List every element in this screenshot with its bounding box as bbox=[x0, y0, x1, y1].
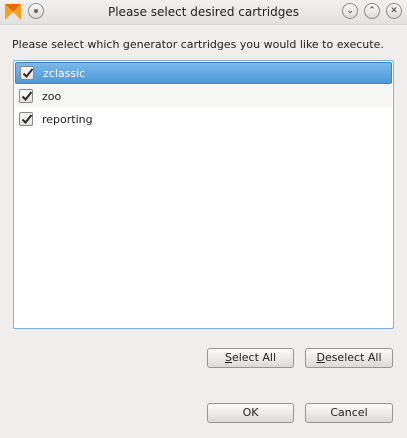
instruction-text: Please select which generator cartridges… bbox=[12, 38, 384, 51]
minimize-button[interactable]: ⌄ bbox=[342, 3, 358, 19]
close-icon: ✕ bbox=[390, 5, 398, 16]
maximize-button[interactable]: ⌃ bbox=[364, 3, 380, 19]
mnemonic-letter: D bbox=[316, 351, 325, 364]
button-label: elect All bbox=[231, 351, 277, 364]
mnemonic-letter: S bbox=[224, 351, 232, 364]
cartridge-label: reporting bbox=[42, 112, 93, 126]
chevron-up-icon: ⌃ bbox=[368, 5, 376, 16]
cartridge-label: zoo bbox=[42, 89, 62, 103]
cartridge-label: zclassic bbox=[43, 66, 86, 80]
checkmark-icon bbox=[21, 91, 33, 101]
cartridge-list[interactable]: zclassic zoo reporting bbox=[13, 60, 394, 329]
title-bar[interactable]: Please select desired cartridges ⌄ ⌃ ✕ bbox=[0, 0, 407, 25]
checkmark-icon bbox=[22, 68, 34, 78]
checkmark-icon bbox=[21, 114, 33, 124]
select-all-button[interactable]: Select All bbox=[207, 348, 294, 368]
chevron-down-icon: ⌄ bbox=[346, 5, 354, 16]
zoo-checkbox[interactable] bbox=[19, 89, 33, 103]
close-button[interactable]: ✕ bbox=[386, 3, 402, 19]
button-label: eselect All bbox=[324, 351, 382, 364]
resize-grip-icon[interactable]: ⋮ bbox=[404, 212, 407, 222]
list-item-zclassic[interactable]: zclassic bbox=[15, 62, 392, 84]
list-item-zoo[interactable]: zoo bbox=[15, 85, 392, 107]
list-item-reporting[interactable]: reporting bbox=[15, 108, 392, 130]
zclassic-checkbox[interactable] bbox=[20, 66, 34, 80]
cancel-button[interactable]: Cancel bbox=[305, 403, 393, 423]
ok-button[interactable]: OK bbox=[207, 403, 294, 423]
deselect-all-button[interactable]: Deselect All bbox=[305, 348, 393, 368]
reporting-checkbox[interactable] bbox=[19, 112, 33, 126]
